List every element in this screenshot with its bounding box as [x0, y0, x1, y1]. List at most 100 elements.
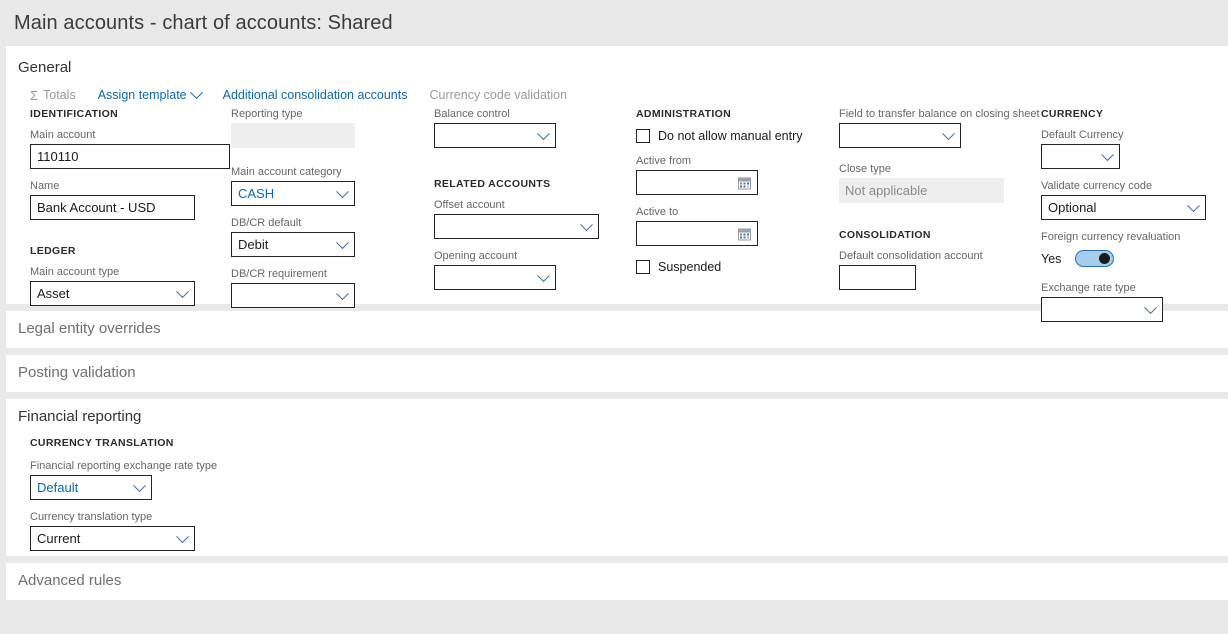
field-field-to-transfer-balance: Field to transfer balance on closing she… [839, 108, 1040, 148]
currency-translation-type-value: Current [37, 531, 81, 546]
chevron-down-icon [537, 268, 550, 282]
label-offset-account: Offset account [434, 199, 505, 211]
toolbar-currency-code-validation-button[interactable]: Currency code validation [430, 88, 568, 102]
field-name: Name Bank Account - USD [30, 180, 195, 220]
default-currency-dropdown[interactable] [1041, 144, 1120, 169]
label-main-account-category: Main account category [231, 166, 342, 178]
field-main-account: Main account 110110 [30, 129, 230, 169]
chevron-down-icon [1101, 147, 1114, 161]
field-reporting-type: Reporting type [231, 108, 355, 148]
label-do-not-allow-manual-entry: Do not allow manual entry [658, 129, 803, 143]
label-active-to: Active to [636, 206, 679, 218]
do-not-allow-manual-entry-checkbox-row[interactable]: Do not allow manual entry [636, 129, 841, 143]
opening-account-dropdown[interactable] [434, 265, 556, 290]
group-header-administration: ADMINISTRATION [636, 108, 732, 120]
label-main-account-type: Main account type [30, 266, 120, 278]
toolbar-assign-template-button[interactable]: Assign template [97, 85, 203, 102]
advanced-rules-section-card[interactable]: Advanced rules [6, 563, 1228, 600]
label-opening-account: Opening account [434, 250, 518, 262]
chevron-down-icon [942, 126, 955, 140]
general-section-card: General Σ Totals Assign template Additio… [6, 46, 1228, 322]
checkbox-icon[interactable] [636, 129, 650, 143]
main-account-input[interactable]: 110110 [30, 144, 230, 169]
financial-reporting-section-title[interactable]: Financial reporting [6, 399, 1228, 425]
chevron-down-icon [133, 478, 146, 492]
label-active-from: Active from [636, 155, 692, 167]
field-to-transfer-balance-dropdown[interactable] [839, 123, 961, 148]
chevron-down-icon [1187, 198, 1200, 212]
suspended-checkbox-row[interactable]: Suspended [636, 260, 841, 274]
main-account-value: 110110 [37, 149, 79, 164]
posting-validation-section-title[interactable]: Posting validation [6, 355, 1228, 381]
fr-exchange-rate-type-dropdown[interactable]: Default [30, 475, 152, 500]
offset-account-dropdown[interactable] [434, 214, 599, 239]
calendar-icon[interactable] [738, 176, 751, 189]
field-close-type: Close type Not applicable [839, 163, 1004, 203]
column-administration: ADMINISTRATION Do not allow manual entry… [636, 108, 841, 286]
close-type-input: Not applicable [839, 178, 1004, 203]
chevron-down-icon [336, 184, 349, 198]
field-currency-translation-type: Currency translation type Current [30, 511, 195, 551]
currency-translation-type-dropdown[interactable]: Current [30, 526, 195, 551]
toolbar-assign-template-label: Assign template [97, 88, 187, 102]
toolbar-totals-button[interactable]: Σ Totals [30, 88, 76, 102]
financial-reporting-section-card: Financial reporting CURRENCY TRANSLATION… [6, 399, 1228, 556]
sigma-icon: Σ [30, 87, 39, 103]
field-offset-account: Offset account [434, 199, 599, 239]
label-balance-control: Balance control [434, 108, 510, 120]
label-default-currency: Default Currency [1041, 129, 1124, 141]
field-exchange-rate-type: Exchange rate type [1041, 282, 1163, 322]
fr-exchange-rate-type-value: Default [37, 480, 79, 495]
default-consolidation-account-input[interactable] [839, 265, 916, 290]
calendar-icon[interactable] [738, 227, 751, 240]
posting-validation-section-card[interactable]: Posting validation [6, 355, 1228, 392]
main-account-category-dropdown[interactable]: CASH [231, 181, 355, 206]
reporting-type-input [231, 123, 355, 148]
exchange-rate-type-dropdown[interactable] [1041, 297, 1163, 322]
field-default-consolidation-account: Default consolidation account [839, 250, 983, 290]
active-to-date-input[interactable] [636, 221, 758, 246]
field-opening-account: Opening account [434, 250, 556, 290]
label-field-to-transfer-balance: Field to transfer balance on closing she… [839, 108, 1040, 120]
toolbar-additional-consolidation-accounts-label: Additional consolidation accounts [222, 88, 408, 102]
field-main-account-type: Main account type Asset [30, 266, 195, 306]
name-value: Bank Account - USD [37, 200, 156, 215]
field-balance-control: Balance control [434, 108, 556, 148]
checkbox-icon[interactable] [636, 260, 650, 274]
validate-currency-code-dropdown[interactable]: Optional [1041, 195, 1206, 220]
dbcr-requirement-dropdown[interactable] [231, 283, 355, 308]
general-section-title[interactable]: General [6, 46, 1228, 76]
financial-reporting-body: CURRENCY TRANSLATION Financial reporting… [6, 425, 1228, 578]
chevron-down-icon [176, 284, 189, 298]
advanced-rules-section-title[interactable]: Advanced rules [6, 563, 1228, 589]
foreign-currency-revaluation-value: Yes [1041, 251, 1062, 266]
toolbar-additional-consolidation-accounts-button[interactable]: Additional consolidation accounts [223, 88, 408, 102]
label-close-type: Close type [839, 163, 891, 175]
label-dbcr-requirement: DB/CR requirement [231, 268, 327, 280]
label-main-account: Main account [30, 129, 96, 141]
column-identification: IDENTIFICATION Main account 110110 Name … [30, 108, 230, 317]
foreign-currency-revaluation-toggle-row: Yes [1041, 246, 1228, 271]
label-name: Name [30, 180, 60, 192]
label-validate-currency-code: Validate currency code [1041, 180, 1153, 192]
chevron-down-icon [336, 235, 349, 249]
field-dbcr-requirement: DB/CR requirement [231, 268, 355, 308]
field-foreign-currency-revaluation: Foreign currency revaluation Yes [1041, 231, 1228, 271]
toolbar-currency-code-validation-label: Currency code validation [429, 88, 568, 102]
main-account-type-dropdown[interactable]: Asset [30, 281, 195, 306]
active-from-date-input[interactable] [636, 170, 758, 195]
toggle-knob [1099, 253, 1111, 264]
dbcr-default-dropdown[interactable]: Debit [231, 232, 355, 257]
main-account-category-value: CASH [238, 186, 275, 201]
label-currency-translation-type: Currency translation type [30, 511, 153, 523]
name-input[interactable]: Bank Account - USD [30, 195, 195, 220]
foreign-currency-revaluation-toggle[interactable] [1075, 250, 1115, 267]
toolbar-totals-label: Totals [43, 88, 76, 102]
label-default-consolidation-account: Default consolidation account [839, 250, 983, 262]
action-toolbar: Σ Totals Assign template Additional cons… [6, 76, 1228, 108]
balance-control-dropdown[interactable] [434, 123, 556, 148]
label-foreign-currency-revaluation: Foreign currency revaluation [1041, 231, 1181, 243]
chevron-down-icon [176, 529, 189, 543]
page-title: Main accounts - chart of accounts: Share… [14, 11, 393, 34]
chevron-down-icon [580, 217, 593, 231]
